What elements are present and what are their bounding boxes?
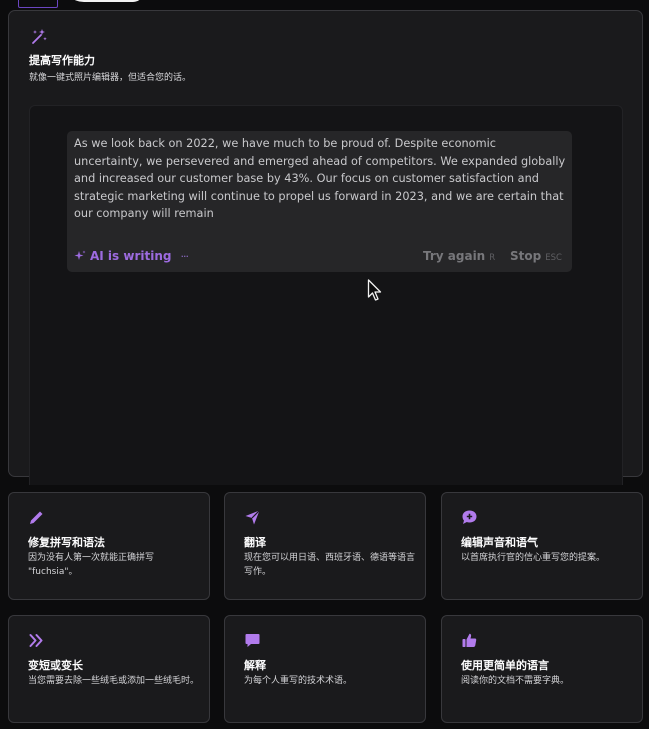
hero-title: 提高写作能力 — [29, 54, 95, 67]
card-description: 阅读你的文档不需要字典。 — [461, 676, 570, 686]
card-description: 为每个人重写的技术术语。 — [244, 676, 353, 686]
chat-bubble-plus-icon — [462, 510, 477, 524]
card-title: 修复拼写和语法 — [28, 536, 105, 549]
card-description: 因为没有人第一次就能正确拼写 "fuchsia"。 — [28, 553, 155, 577]
card-title: 变短或变长 — [28, 659, 83, 672]
card-description: 当您需要去除一些绒毛或添加一些绒毛时。 — [28, 676, 200, 686]
feature-card-translate[interactable]: 翻译 现在您可以用日语、西班牙语、德语等语言写作。 — [224, 492, 426, 600]
stop-shortcut: ESC — [545, 253, 562, 263]
card-description: 现在您可以用日语、西班牙语、德语等语言写作。 — [244, 553, 416, 577]
try-again-label: Try again — [423, 249, 486, 263]
hero-panel: 提高写作能力 就像一键式照片编辑器，但适合您的话。 As we look bac… — [8, 10, 643, 485]
card-title: 翻译 — [244, 536, 266, 549]
try-again-button[interactable]: Try again R — [423, 249, 495, 263]
feature-card-explain[interactable]: 解释 为每个人重写的技术术语。 — [224, 615, 426, 723]
ai-status-label: AI is writing — [90, 249, 172, 263]
card-title: 编辑声音和语气 — [461, 536, 538, 549]
hero-subtitle: 就像一键式照片编辑器，但适合您的话。 — [29, 73, 192, 83]
feature-card-shorten-lengthen[interactable]: 变短或变长 当您需要去除一些绒毛或添加一些绒毛时。 — [8, 615, 210, 723]
card-title: 解释 — [244, 659, 266, 672]
chevrons-right-icon — [29, 634, 43, 647]
app-logo — [18, 0, 144, 8]
try-again-shortcut: R — [489, 253, 496, 263]
ai-generated-text: As we look back on 2022, we have much to… — [74, 137, 566, 221]
stop-button[interactable]: Stop ESC — [510, 249, 562, 263]
feature-card-edit-tone[interactable]: 编辑声音和语气 以首席执行官的信心重写您的提案。 — [441, 492, 643, 600]
ai-status: AI is writing ··· — [74, 249, 189, 263]
thumbs-up-icon — [462, 633, 477, 647]
sparkle-icon — [74, 250, 86, 260]
ai-writing-box: As we look back on 2022, we have much to… — [67, 131, 572, 272]
editor-area[interactable]: As we look back on 2022, we have much to… — [29, 105, 623, 485]
mouse-pointer-icon — [367, 279, 382, 301]
paper-plane-icon — [245, 510, 260, 525]
magic-wand-icon — [32, 29, 47, 44]
pencil-icon — [30, 511, 43, 524]
card-title: 使用更简单的语言 — [461, 659, 549, 672]
loading-dots-icon: ··· — [180, 249, 188, 263]
card-description: 以首席执行官的信心重写您的提案。 — [461, 553, 606, 563]
feature-card-simpler-language[interactable]: 使用更简单的语言 阅读你的文档不需要字典。 — [441, 615, 643, 723]
chat-bubble-icon — [245, 634, 260, 647]
stop-label: Stop — [510, 249, 542, 263]
feature-card-fix-spelling[interactable]: 修复拼写和语法 因为没有人第一次就能正确拼写 "fuchsia"。 — [8, 492, 210, 600]
